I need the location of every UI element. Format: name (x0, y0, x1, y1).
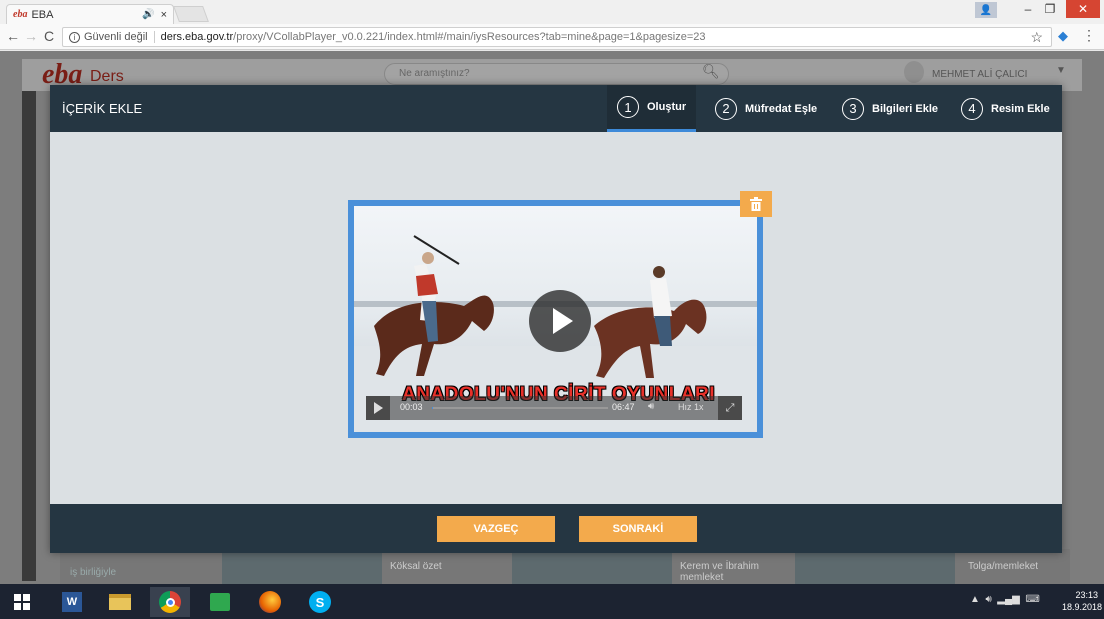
step-number: 3 (842, 97, 864, 120)
address-bar[interactable]: i Güvenli değil ders.eba.gov.tr /proxy/V… (62, 27, 1052, 47)
user-name[interactable]: MEHMET ALİ ÇALICI (932, 69, 1027, 80)
search-icon[interactable]: 🔍︎ (702, 63, 720, 80)
next-button[interactable]: SONRAKİ (579, 516, 697, 542)
step-create[interactable]: 1 Oluştur (607, 85, 697, 132)
duration: 06:47 (612, 402, 635, 412)
store-app-icon[interactable] (200, 587, 240, 617)
step-number: 1 (617, 96, 639, 118)
side-caption: iş birliğiyle (70, 567, 117, 578)
step-label: Oluştur (647, 101, 687, 113)
current-time: 00:03 (400, 402, 423, 412)
content-title[interactable]: Köksal özet (390, 561, 442, 572)
eba-section-title: Ders (90, 68, 124, 85)
browser-toolbar: ← → C i Güvenli değil ders.eba.gov.tr /p… (0, 24, 1104, 50)
modal-header: İÇERİK EKLE 1 Oluştur 2 Müfredat Eşle 3 … (50, 85, 1062, 132)
add-content-modal: İÇERİK EKLE 1 Oluştur 2 Müfredat Eşle 3 … (50, 85, 1062, 553)
video-player[interactable]: ANADOLU'NUN CİRİT OYUNLARI 00:03 06:47 🔊… (348, 200, 763, 438)
play-pause-button[interactable] (366, 396, 390, 420)
windows-start-icon[interactable] (14, 594, 30, 610)
close-window-button[interactable]: ✕ (1066, 0, 1100, 18)
user-profile-icon[interactable]: 👤 (975, 2, 997, 18)
maximize-button[interactable]: ❐ (1040, 0, 1060, 18)
play-icon[interactable] (529, 290, 591, 352)
fullscreen-icon[interactable]: ⤢ (718, 396, 742, 420)
tab-title: EBA (31, 8, 54, 21)
system-tray-icons[interactable]: ▲ 🔊︎ ▂▄▆ ⌨ (970, 594, 1040, 605)
step-image[interactable]: 4 Resim Ekle (961, 85, 1050, 132)
forward-icon[interactable]: → (24, 28, 38, 44)
eba-favicon: eba (13, 9, 28, 20)
taskbar: W S ▲ 🔊︎ ▂▄▆ ⌨ 23:13 18.9.2018 (0, 584, 1104, 619)
skype-app-icon[interactable]: S (300, 587, 340, 617)
modal-title: İÇERİK EKLE (62, 101, 143, 116)
new-tab-button[interactable] (173, 6, 209, 22)
speed-control[interactable]: Hız 1x (678, 402, 704, 412)
volume-icon[interactable]: 🔊︎ (648, 401, 654, 412)
step-label: Müfredat Eşle (745, 102, 818, 115)
url-host: ders.eba.gov.tr (160, 31, 234, 43)
step-label: Bilgileri Ekle (872, 102, 939, 115)
content-title[interactable]: Kerem ve İbrahim memleket (680, 561, 780, 583)
close-tab-icon[interactable]: × (161, 9, 167, 21)
step-curriculum[interactable]: 2 Müfredat Eşle (715, 85, 817, 132)
chrome-app-icon[interactable] (150, 587, 190, 617)
clock-time: 23:13 (1075, 590, 1098, 600)
progress-bar[interactable] (432, 407, 608, 409)
back-icon[interactable]: ← (6, 28, 20, 44)
step-info[interactable]: 3 Bilgileri Ekle (842, 85, 938, 132)
omnibox-divider (153, 31, 155, 43)
chevron-down-icon[interactable]: ▼ (1056, 65, 1066, 76)
security-label[interactable]: Güvenli değil (84, 31, 148, 43)
delete-button[interactable] (740, 191, 772, 217)
url-path: /proxy/VCollabPlayer_v0.0.221/index.html… (233, 31, 706, 43)
video-controls: 00:03 06:47 🔊︎ Hız 1x ⤢ (366, 396, 742, 420)
reload-icon[interactable]: C (44, 28, 54, 44)
browser-tabstrip: eba EBA 🔊 × 👤 – ❐ ✕ (0, 0, 1104, 24)
eba-search-input[interactable]: Ne aramıştınız? (384, 63, 729, 85)
eba-sidebar (22, 91, 36, 581)
modal-footer: VAZGEÇ SONRAKİ (50, 504, 1062, 553)
audio-icon[interactable]: 🔊 (142, 9, 154, 20)
browser-menu-icon[interactable]: ⋮ (1082, 27, 1096, 44)
info-icon[interactable]: i (69, 31, 80, 43)
step-number: 4 (961, 97, 983, 120)
clock-date: 18.9.2018 (1062, 602, 1103, 612)
minimize-button[interactable]: – (1018, 0, 1038, 18)
firefox-app-icon[interactable] (250, 587, 290, 617)
step-label: Resim Ekle (991, 102, 1050, 115)
avatar[interactable] (904, 61, 924, 83)
file-explorer-icon[interactable] (100, 587, 140, 617)
content-thumbnail[interactable] (795, 551, 955, 584)
trash-icon (750, 197, 762, 211)
step-number: 2 (715, 97, 737, 120)
cancel-button[interactable]: VAZGEÇ (437, 516, 555, 542)
browser-tab[interactable]: eba EBA 🔊 × (6, 4, 174, 24)
bookmark-star-icon[interactable]: ☆ (1030, 29, 1043, 46)
content-title[interactable]: Tolga/memleket (968, 561, 1038, 572)
content-thumbnail[interactable] (222, 551, 382, 584)
progress-fill (432, 407, 434, 409)
word-app-icon[interactable]: W (52, 587, 92, 617)
clock[interactable]: 23:13 18.9.2018 (1062, 589, 1103, 613)
content-thumbnail[interactable] (512, 551, 672, 584)
extension-icon[interactable]: ◆ (1058, 28, 1072, 44)
